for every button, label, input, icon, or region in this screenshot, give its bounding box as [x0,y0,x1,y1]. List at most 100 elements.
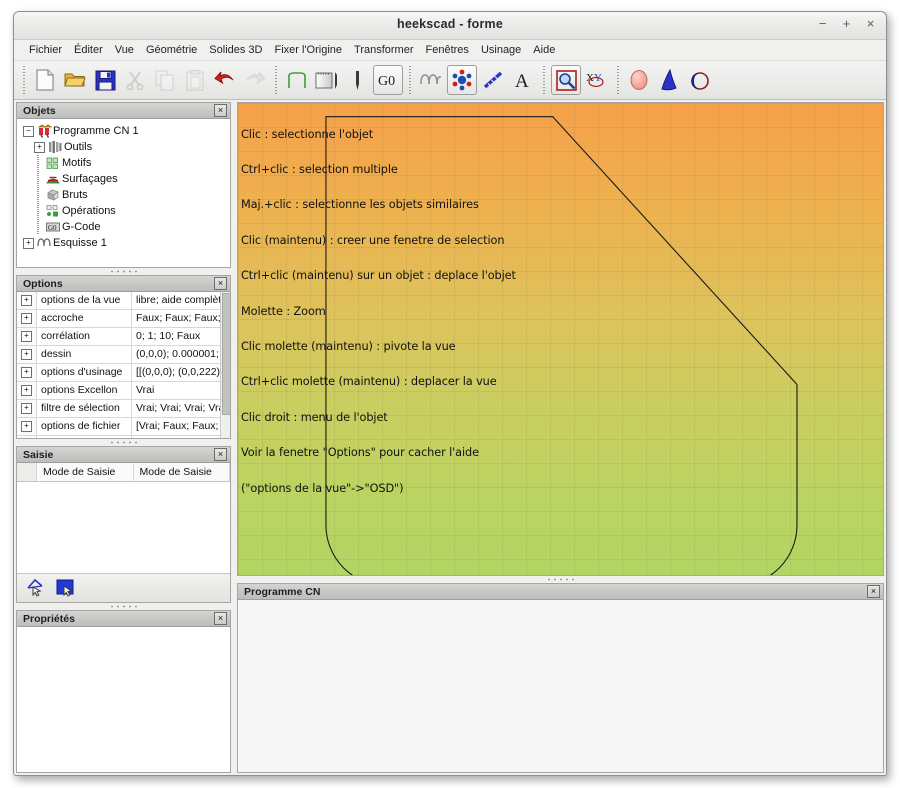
pattern-icon[interactable] [447,65,477,95]
options-expander-cell[interactable]: + [17,418,37,435]
torus-solid-icon[interactable] [685,66,713,94]
options-row-partial[interactable]: + [17,436,230,438]
3d-viewport[interactable]: Clic : selectionne l'objet Ctrl+clic : s… [237,102,884,576]
options-expander-cell[interactable]: + [17,310,37,327]
gcode-g0-icon[interactable]: G0 [373,65,403,95]
options-expander-cell[interactable]: + [17,292,37,309]
options-row-value[interactable]: Faux; Faux; Faux; Fа [132,310,230,327]
options-row[interactable]: + filtre de sélection Vrai; Vrai; Vrai; … [17,400,230,418]
toolbar-grip[interactable] [407,66,413,94]
select-window-icon[interactable] [54,577,78,599]
options-row[interactable]: + options de fichier [Vrai; Faux; Faux; … [17,418,230,436]
options-expander-cell[interactable]: + [17,436,37,438]
saisie-grid-area[interactable] [17,482,230,573]
menu-vue[interactable]: Vue [109,42,140,58]
tree-item-surfacages[interactable]: Surfaçages [23,171,230,187]
options-row-value[interactable]: libre; aide complète [132,292,230,309]
close-button[interactable]: × [863,16,878,32]
options-row-value[interactable]: [[(0,0,0); (0,0,222); (0 [132,364,230,381]
options-row-value[interactable]: Vrai [132,382,230,399]
menu-fixer-origine[interactable]: Fixer l'Origine [269,42,349,58]
options-row[interactable]: + corrélation 0; 1; 10; Faux [17,328,230,346]
pane-programme-cn-close-icon[interactable]: × [867,585,880,598]
toolbar-grip[interactable] [21,66,27,94]
menu-fenetres[interactable]: Fenêtres [420,42,475,58]
options-expander-cell[interactable]: + [17,400,37,417]
pane-options-close-icon[interactable]: × [214,277,227,290]
pocket-operation-icon[interactable] [313,66,341,94]
tree-expander-icon[interactable]: + [23,238,34,249]
menu-aide[interactable]: Aide [527,42,561,58]
expander-icon[interactable]: + [21,349,32,360]
zoom-window-icon[interactable] [551,65,581,95]
options-expander-cell[interactable]: + [17,346,37,363]
options-expander-cell[interactable]: + [17,328,37,345]
axes-xy-icon[interactable]: X Y [583,66,611,94]
toolbar-grip[interactable] [541,66,547,94]
profile-operation-icon[interactable] [283,66,311,94]
menu-solides-3d[interactable]: Solides 3D [203,42,268,58]
saisie-column-header-1[interactable]: Mode de Saisie [37,463,134,481]
saisie-column-header-2[interactable]: Mode de Saisie [134,463,231,481]
menu-transformer[interactable]: Transformer [348,42,420,58]
options-row-value[interactable] [132,436,230,438]
options-row-value[interactable]: Vrai; Vrai; Vrai; Vrai; [132,400,230,417]
tree-item-outils[interactable]: + Outils [23,139,230,155]
expander-icon[interactable]: + [21,313,32,324]
options-row[interactable]: + accroche Faux; Faux; Faux; Fа [17,310,230,328]
redo-arrow-icon[interactable] [241,66,269,94]
expander-icon[interactable]: + [21,403,32,414]
options-row[interactable]: + options Excellon Vrai [17,382,230,400]
tree-item-operations[interactable]: Opérations [23,203,230,219]
cone-solid-icon[interactable] [655,66,683,94]
options-row[interactable]: + dessin (0,0,0); 0.000001; 0.0 [17,346,230,364]
drilling-operation-icon[interactable] [343,66,371,94]
options-row[interactable]: + options d'usinage [[(0,0,0); (0,0,222)… [17,364,230,382]
sash-options-saisie[interactable] [16,439,231,446]
toolbar-grip[interactable] [273,66,279,94]
options-expander-cell[interactable]: + [17,382,37,399]
menu-usinage[interactable]: Usinage [475,42,527,58]
programme-cn-text-area[interactable] [238,600,883,772]
cut-scissors-icon[interactable] [121,66,149,94]
options-row-value[interactable]: [Vrai; Faux; Faux; _D [132,418,230,435]
menu-fichier[interactable]: Fichier [23,42,68,58]
options-row-value[interactable]: 0; 1; 10; Faux [132,328,230,345]
tree-expander-icon[interactable]: − [23,126,34,137]
options-row-value[interactable]: (0,0,0); 0.000001; 0.0 [132,346,230,363]
tree-item-motifs[interactable]: Motifs [23,155,230,171]
toolbar-grip[interactable] [615,66,621,94]
expander-icon[interactable]: + [21,367,32,378]
sketch-spline-icon[interactable] [417,66,445,94]
new-document-icon[interactable] [31,66,59,94]
options-scrollbar-thumb[interactable] [222,293,230,415]
sash-objets-options[interactable] [16,268,231,275]
pane-objets-close-icon[interactable]: × [214,104,227,117]
minimize-button[interactable]: − [815,16,830,32]
dimension-line-icon[interactable] [479,66,507,94]
menu-editer[interactable]: Éditer [68,42,109,58]
tree-item-programme-cn-1[interactable]: − Programme CN 1 [23,123,230,139]
pane-proprietes-close-icon[interactable]: × [214,612,227,625]
save-disk-icon[interactable] [91,66,119,94]
options-scrollbar[interactable] [220,292,230,438]
tree-item-bruts[interactable]: Bruts [23,187,230,203]
sash-viewport-programme[interactable] [237,576,884,583]
paste-icon[interactable] [181,66,209,94]
undo-arrow-icon[interactable] [211,66,239,94]
options-row[interactable]: + options de la vue libre; aide complète [17,292,230,310]
options-expander-cell[interactable]: + [17,364,37,381]
copy-icon[interactable] [151,66,179,94]
tree-item-esquisse-1[interactable]: + Esquisse 1 [23,235,230,251]
expander-icon[interactable]: + [21,385,32,396]
pane-saisie-close-icon[interactable]: × [214,448,227,461]
open-folder-icon[interactable] [61,66,89,94]
text-tool-icon[interactable]: A [509,66,537,94]
sphere-solid-icon[interactable] [625,66,653,94]
sash-saisie-proprietes[interactable] [16,603,231,610]
menu-geometrie[interactable]: Géométrie [140,42,203,58]
select-arrow-icon[interactable] [24,577,48,599]
pane-proprietes-body[interactable] [17,627,230,772]
tree-item-g-code[interactable]: G0 G-Code [23,219,230,235]
maximize-button[interactable]: + [839,16,854,32]
